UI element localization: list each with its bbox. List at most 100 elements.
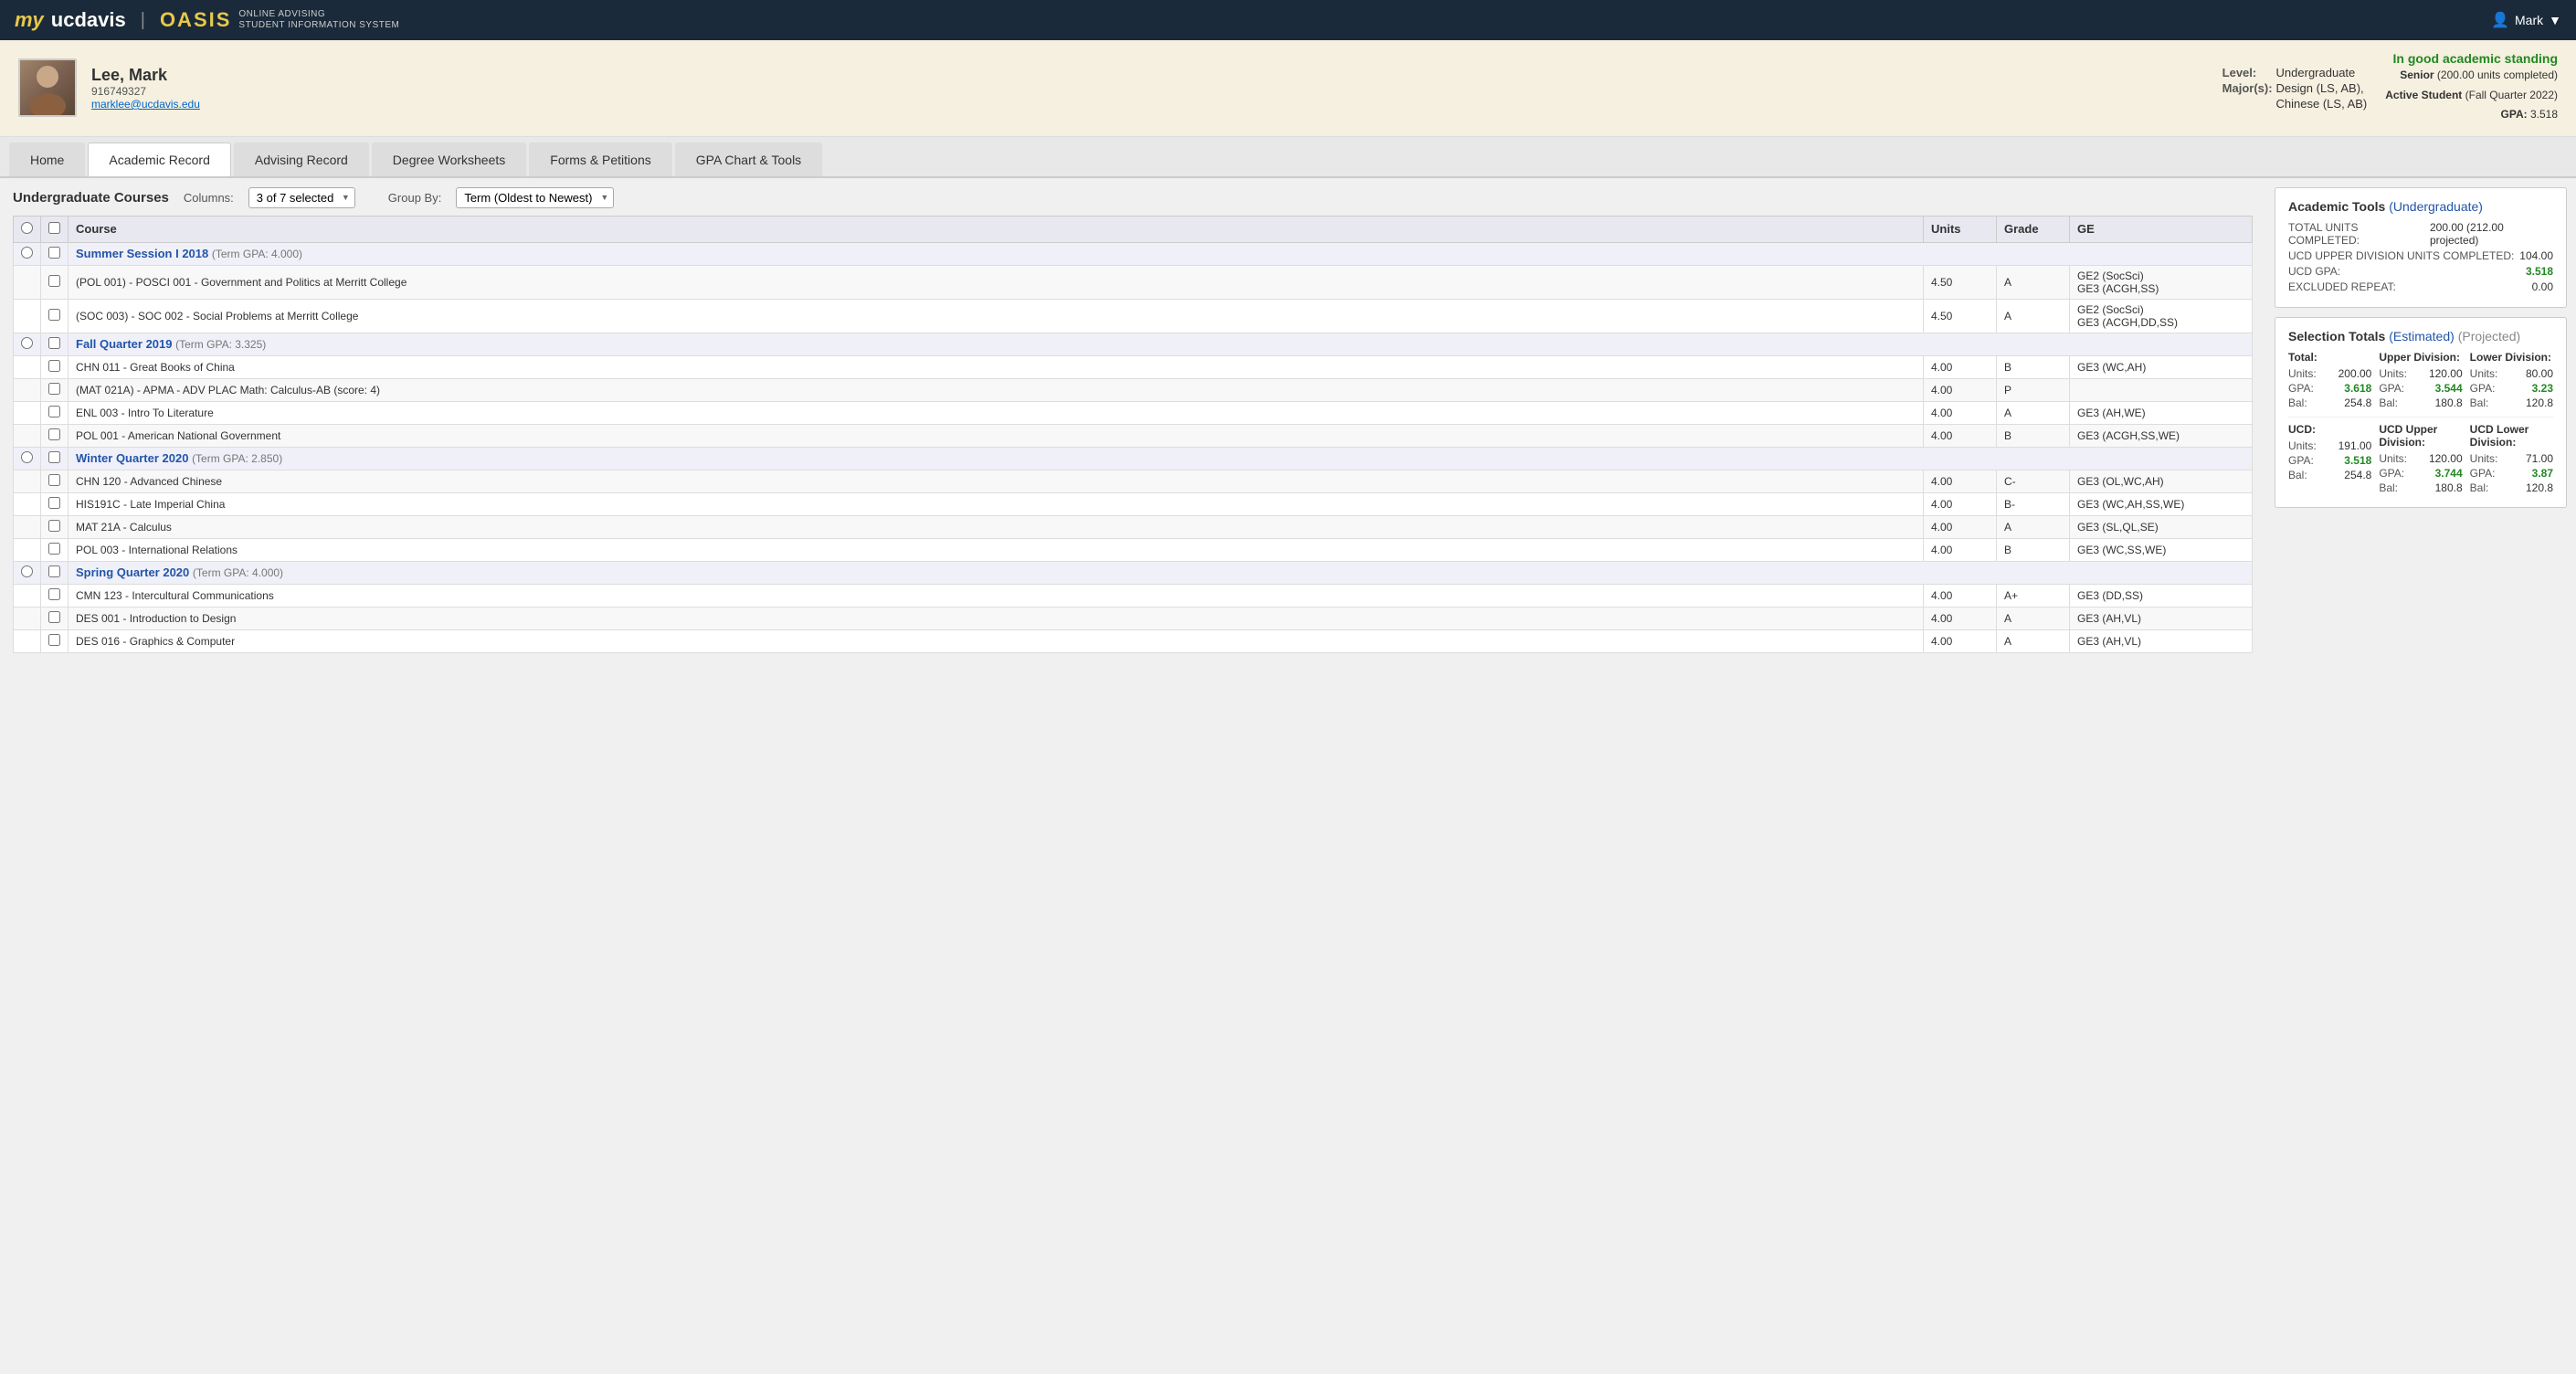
user-name: Mark [2515,13,2543,27]
course-units: 4.00 [1924,424,1997,447]
table-row: CHN 120 - Advanced Chinese 4.00 C- GE3 (… [14,470,2253,492]
course-check-cell [41,355,69,378]
course-name: CHN 011 - Great Books of China [69,355,1924,378]
ucd-upper-header: UCD Upper Division: [2379,423,2462,449]
student-id: 916749327 [91,85,2168,98]
course-checkbox[interactable] [48,611,60,623]
ucd-header: UCD: [2288,423,2371,436]
major-label: Major(s): [2222,81,2273,95]
course-checkbox[interactable] [48,634,60,646]
table-row: (SOC 003) - SOC 002 - Social Problems at… [14,299,2253,333]
table-row: HIS191C - Late Imperial China 4.00 B- GE… [14,492,2253,515]
course-grade: B- [1997,492,2070,515]
columns-select[interactable]: 3 of 7 selected [248,187,355,208]
columns-select-wrapper[interactable]: 3 of 7 selected [248,187,355,208]
tab-advising-record[interactable]: Advising Record [234,143,369,176]
student-email[interactable]: marklee@ucdavis.edu [91,98,2168,111]
avatar-silhouette [25,60,70,115]
term-name: Summer Session I 2018 (Term GPA: 4.000) [69,242,2253,265]
course-ge: GE3 (WC,AH) [2070,355,2253,378]
course-ge: GE3 (AH,VL) [2070,607,2253,629]
course-checkbox[interactable] [48,520,60,532]
course-radio-cell [14,424,41,447]
radio-header [14,216,41,242]
term-checkbox[interactable] [48,565,60,577]
lower-division-column: Lower Division: Units:80.00 GPA:3.23 Bal… [2470,351,2553,411]
ucd-column: UCD: Units:191.00 GPA:3.518 Bal:254.8 [2288,423,2371,496]
course-units: 4.50 [1924,265,1997,299]
check-header [41,216,69,242]
table-row: CMN 123 - Intercultural Communications 4… [14,584,2253,607]
course-ge: GE3 (AH,VL) [2070,629,2253,652]
tab-forms-petitions[interactable]: Forms & Petitions [529,143,671,176]
standing-details: Senior (200.00 units completed) Active S… [2385,66,2558,125]
upper-division-column: Upper Division: Units:120.00 GPA:3.544 B… [2379,351,2462,411]
course-check-cell [41,515,69,538]
term-radio[interactable] [21,565,33,577]
course-grade: B [1997,424,2070,447]
course-name: (MAT 021A) - APMA - ADV PLAC Math: Calcu… [69,378,1924,401]
tab-academic-record[interactable]: Academic Record [88,143,231,176]
units-header: Units [1924,216,1997,242]
selection-totals-panel: Selection Totals (Estimated) (Projected)… [2275,317,2567,508]
course-radio-cell [14,538,41,561]
tab-degree-worksheets[interactable]: Degree Worksheets [372,143,526,176]
tab-home[interactable]: Home [9,143,85,176]
logo-oasis: OASIS [160,8,231,32]
logo-subtitle: Online Advising Student Information Syst… [238,9,399,31]
term-checkbox[interactable] [48,247,60,259]
course-units: 4.50 [1924,299,1997,333]
excluded-label: EXCLUDED REPEAT: [2288,280,2396,293]
user-menu[interactable]: 👤 Mark ▼ [2491,11,2561,29]
term-check-cell [41,447,69,470]
course-name: DES 001 - Introduction to Design [69,607,1924,629]
upper-div-label: UCD UPPER DIVISION UNITS COMPLETED: [2288,249,2514,262]
top-bar: myucdavis | OASIS Online Advising Studen… [0,0,2576,40]
logo-ucdavis: ucdavis [51,8,126,32]
course-check-cell [41,424,69,447]
table-row: (MAT 021A) - APMA - ADV PLAC Math: Calcu… [14,378,2253,401]
course-checkbox[interactable] [48,309,60,321]
sidebar-panel: Academic Tools (Undergraduate) TOTAL UNI… [2265,178,2576,662]
course-ge: GE3 (WC,AH,SS,WE) [2070,492,2253,515]
course-check-cell [41,629,69,652]
term-radio[interactable] [21,247,33,259]
course-units: 4.00 [1924,355,1997,378]
course-name: HIS191C - Late Imperial China [69,492,1924,515]
header-radio[interactable] [21,222,33,234]
course-name: CMN 123 - Intercultural Communications [69,584,1924,607]
level-label: Level: [2222,66,2273,79]
course-units: 4.00 [1924,584,1997,607]
table-row: CHN 011 - Great Books of China 4.00 B GE… [14,355,2253,378]
term-name: Winter Quarter 2020 (Term GPA: 2.850) [69,447,2253,470]
header-checkbox[interactable] [48,222,60,234]
term-radio-cell [14,333,41,355]
course-checkbox[interactable] [48,543,60,555]
tab-gpa-chart[interactable]: GPA Chart & Tools [675,143,822,176]
term-checkbox[interactable] [48,337,60,349]
course-radio-cell [14,607,41,629]
course-grade: P [1997,378,2070,401]
course-checkbox[interactable] [48,383,60,395]
course-name: DES 016 - Graphics & Computer [69,629,1924,652]
course-check-cell [41,538,69,561]
term-radio[interactable] [21,337,33,349]
term-checkbox[interactable] [48,451,60,463]
groupby-select-wrapper[interactable]: Term (Oldest to Newest) [456,187,614,208]
course-checkbox[interactable] [48,428,60,440]
term-radio[interactable] [21,451,33,463]
course-checkbox[interactable] [48,406,60,417]
course-name: MAT 21A - Calculus [69,515,1924,538]
course-checkbox[interactable] [48,474,60,486]
course-check-cell [41,401,69,424]
groupby-select[interactable]: Term (Oldest to Newest) [456,187,614,208]
logo-area: myucdavis | OASIS Online Advising Studen… [15,8,399,32]
gpa-row: UCD GPA: 3.518 [2288,265,2553,278]
course-ge: GE3 (SL,QL,SE) [2070,515,2253,538]
course-checkbox[interactable] [48,497,60,509]
course-ge: GE3 (DD,SS) [2070,584,2253,607]
course-checkbox[interactable] [48,275,60,287]
course-ge [2070,378,2253,401]
course-checkbox[interactable] [48,360,60,372]
course-checkbox[interactable] [48,588,60,600]
